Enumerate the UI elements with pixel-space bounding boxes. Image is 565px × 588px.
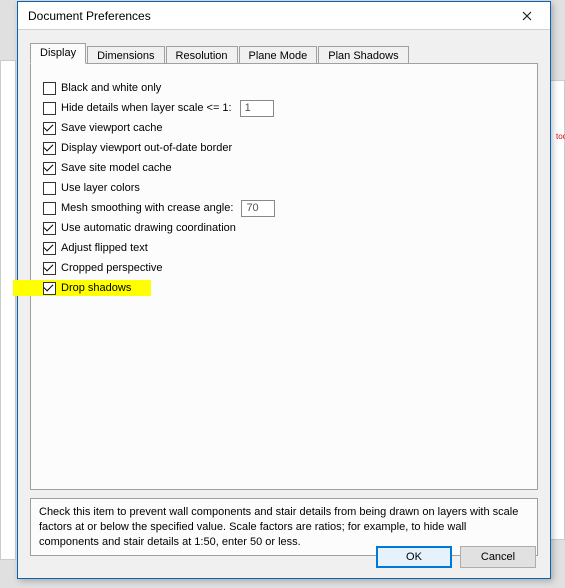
button-row: OK Cancel bbox=[376, 546, 536, 568]
label-auto-drawing-coordination: Use automatic drawing coordination bbox=[61, 222, 236, 234]
checkbox-adjust-flipped-text[interactable] bbox=[43, 242, 56, 255]
label-save-site-model-cache: Save site model cache bbox=[61, 162, 172, 174]
checkbox-drop-shadows[interactable] bbox=[43, 282, 56, 295]
checkbox-save-site-model-cache[interactable] bbox=[43, 162, 56, 175]
label-adjust-flipped-text: Adjust flipped text bbox=[61, 242, 148, 254]
cancel-button[interactable]: Cancel bbox=[460, 546, 536, 568]
titlebar: Document Preferences bbox=[18, 2, 550, 30]
checkbox-hide-details[interactable] bbox=[43, 102, 56, 115]
checkbox-black-and-white[interactable] bbox=[43, 82, 56, 95]
label-drop-shadows: Drop shadows bbox=[61, 282, 131, 294]
checkbox-use-layer-colors[interactable] bbox=[43, 182, 56, 195]
tab-display[interactable]: Display bbox=[30, 43, 86, 64]
close-icon bbox=[522, 11, 532, 21]
label-hide-details: Hide details when layer scale <= 1: bbox=[61, 102, 232, 114]
label-mesh-smoothing: Mesh smoothing with crease angle: bbox=[61, 202, 233, 214]
label-save-viewport-cache: Save viewport cache bbox=[61, 122, 163, 134]
mesh-smoothing-value[interactable] bbox=[241, 200, 275, 217]
checkbox-auto-drawing-coordination[interactable] bbox=[43, 222, 56, 235]
display-panel: Black and white only Hide details when l… bbox=[30, 64, 538, 490]
checkbox-save-viewport-cache[interactable] bbox=[43, 122, 56, 135]
hide-details-value[interactable] bbox=[240, 100, 274, 117]
tabstrip: Display Dimensions Resolution Plane Mode… bbox=[30, 42, 538, 64]
checkbox-cropped-perspective[interactable] bbox=[43, 262, 56, 275]
label-use-layer-colors: Use layer colors bbox=[61, 182, 140, 194]
window-title: Document Preferences bbox=[28, 9, 510, 23]
document-preferences-window: Document Preferences Display Dimensions … bbox=[17, 1, 551, 579]
label-black-and-white: Black and white only bbox=[61, 82, 161, 94]
checkbox-out-of-date-border[interactable] bbox=[43, 142, 56, 155]
checkbox-mesh-smoothing[interactable] bbox=[43, 202, 56, 215]
close-button[interactable] bbox=[510, 5, 544, 27]
ok-button[interactable]: OK bbox=[376, 546, 452, 568]
label-cropped-perspective: Cropped perspective bbox=[61, 262, 163, 274]
label-out-of-date-border: Display viewport out-of-date border bbox=[61, 142, 232, 154]
